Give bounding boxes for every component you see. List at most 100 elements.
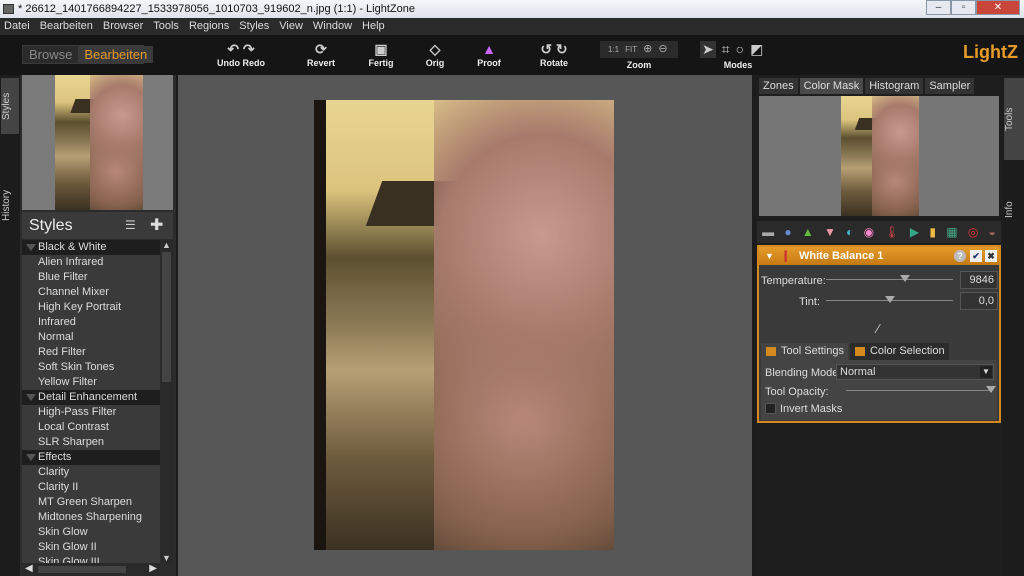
- hscroll-thumb[interactable]: [38, 566, 126, 573]
- list-item[interactable]: SLR Sharpen: [22, 435, 160, 450]
- clone-tool-icon[interactable]: ◒: [989, 225, 996, 239]
- close-tool-icon[interactable]: ✖: [985, 250, 997, 262]
- blending-mode-select[interactable]: Normal ▼: [836, 364, 994, 380]
- list-item[interactable]: High Key Portrait: [22, 300, 160, 315]
- pointer-icon[interactable]: ➤: [700, 41, 716, 58]
- temperature-slider[interactable]: [826, 279, 953, 280]
- undo-redo-button[interactable]: ↶ ↷ Undo Redo: [216, 40, 266, 68]
- styles-title: Styles: [29, 217, 73, 234]
- tab-tool-settings[interactable]: Tool Settings: [761, 343, 848, 360]
- add-style-icon[interactable]: ✚: [150, 212, 163, 239]
- scroll-thumb[interactable]: [162, 252, 171, 382]
- menu-datei[interactable]: Datei: [4, 18, 30, 35]
- menu-styles[interactable]: Styles: [239, 18, 269, 35]
- scroll-right-icon[interactable]: ▶: [149, 563, 157, 574]
- list-item[interactable]: MT Green Sharpen: [22, 495, 160, 510]
- blur-tool-icon[interactable]: ▼: [824, 225, 836, 239]
- zoom-in-icon[interactable]: ⊕: [643, 41, 652, 58]
- zoom-1to1[interactable]: 1:1: [608, 41, 619, 58]
- noise-tool-icon[interactable]: ▦: [946, 225, 957, 239]
- red-eye-icon[interactable]: ◎: [968, 225, 978, 239]
- close-button[interactable]: ✕: [976, 0, 1020, 15]
- hue-tool-icon[interactable]: ◐: [846, 225, 853, 239]
- tab-tools[interactable]: Tools: [1004, 78, 1024, 160]
- list-item[interactable]: Channel Mixer: [22, 285, 160, 300]
- list-item[interactable]: Blue Filter: [22, 270, 160, 285]
- menu-help[interactable]: Help: [362, 18, 385, 35]
- tab-sampler[interactable]: Sampler: [925, 78, 975, 94]
- main-image[interactable]: [314, 100, 614, 550]
- list-item[interactable]: Clarity II: [22, 480, 160, 495]
- menu-browser[interactable]: Browser: [103, 18, 143, 35]
- temperature-field[interactable]: 9846: [960, 271, 998, 289]
- tab-info[interactable]: Info: [1004, 190, 1024, 230]
- tab-histogram[interactable]: Histogram: [865, 78, 924, 94]
- scroll-up-icon[interactable]: ▲: [160, 240, 173, 252]
- list-item[interactable]: Soft Skin Tones: [22, 360, 160, 375]
- zones-tool-icon[interactable]: ▬: [762, 225, 774, 239]
- proof-button[interactable]: ▲ Proof: [474, 40, 504, 68]
- list-item[interactable]: Infrared: [22, 315, 160, 330]
- list-item[interactable]: Local Contrast: [22, 420, 160, 435]
- maximize-button[interactable]: ▫: [951, 0, 976, 15]
- list-view-icon[interactable]: ☰: [125, 212, 136, 239]
- menu-bearbeiten[interactable]: Bearbeiten: [40, 18, 93, 35]
- rotate-mode-icon[interactable]: ○: [736, 41, 744, 58]
- revert-button[interactable]: ⟳ Revert: [303, 40, 339, 68]
- tab-history[interactable]: History: [1, 180, 19, 230]
- tab-zones[interactable]: Zones: [759, 78, 798, 94]
- list-item[interactable]: Alien Infrared: [22, 255, 160, 270]
- crop-icon[interactable]: ⌗: [722, 41, 730, 58]
- category-detail-enhancement[interactable]: Detail Enhancement: [22, 390, 160, 405]
- list-item[interactable]: Skin Glow II: [22, 540, 160, 555]
- tint-field[interactable]: 0,0: [960, 292, 998, 310]
- tab-color-mask[interactable]: Color Mask: [799, 78, 864, 94]
- list-item[interactable]: Skin Glow: [22, 525, 160, 540]
- enable-checkbox[interactable]: ✔: [970, 250, 982, 262]
- scroll-down-icon[interactable]: ▼: [160, 553, 173, 563]
- minimize-button[interactable]: –: [926, 0, 951, 15]
- list-item[interactable]: Normal: [22, 330, 160, 345]
- tab-color-selection[interactable]: Color Selection: [849, 343, 949, 360]
- region-icon[interactable]: ◩: [750, 41, 763, 58]
- zoom-out-icon[interactable]: ⊖: [658, 41, 667, 58]
- tone-tool-icon[interactable]: ●: [784, 225, 791, 239]
- list-item[interactable]: Red Filter: [22, 345, 160, 360]
- tab-styles[interactable]: Styles: [1, 78, 19, 134]
- category-effects[interactable]: Effects: [22, 450, 160, 465]
- list-item[interactable]: Yellow Filter: [22, 375, 160, 390]
- eyedropper-icon[interactable]: ⁄: [877, 321, 879, 336]
- bw-tool-icon[interactable]: ▮: [929, 225, 936, 239]
- channel-mixer-icon[interactable]: ▶: [910, 225, 919, 239]
- sharpen-tool-icon[interactable]: ▲: [802, 225, 814, 239]
- opacity-knob[interactable]: [986, 386, 996, 393]
- zoom-fit-button[interactable]: FIT: [625, 41, 637, 58]
- rotate-button[interactable]: ↺ ↻ Rotate: [538, 40, 570, 68]
- list-item[interactable]: High-Pass Filter: [22, 405, 160, 420]
- color-balance-icon[interactable]: ◉: [864, 225, 874, 239]
- list-item[interactable]: Midtones Sharpening: [22, 510, 160, 525]
- collapse-icon[interactable]: ▼: [765, 247, 774, 265]
- temperature-knob[interactable]: [899, 275, 910, 282]
- scroll-left-icon[interactable]: ◀: [25, 563, 33, 574]
- help-icon[interactable]: ?: [954, 250, 966, 262]
- styles-horizontal-scrollbar[interactable]: ◀ ▶: [22, 563, 160, 576]
- white-balance-icon[interactable]: 🌡: [884, 225, 899, 239]
- invert-masks-checkbox[interactable]: [765, 403, 776, 414]
- chevron-down-icon[interactable]: ▼: [980, 366, 992, 378]
- opacity-slider[interactable]: [846, 390, 991, 391]
- menu-regions[interactable]: Regions: [189, 18, 229, 35]
- list-item[interactable]: Clarity: [22, 465, 160, 480]
- tint-knob[interactable]: [884, 296, 895, 303]
- menu-window[interactable]: Window: [313, 18, 352, 35]
- orig-button[interactable]: ◇ Orig: [422, 40, 448, 68]
- done-button[interactable]: ▣ Fertig: [364, 40, 398, 68]
- browse-mode-button[interactable]: Browse: [23, 46, 78, 63]
- menu-view[interactable]: View: [279, 18, 303, 35]
- title-bar: * 26612_1401766894227_1533978056_1010703…: [0, 0, 1024, 18]
- list-item[interactable]: Skin Glow III: [22, 555, 160, 563]
- category-black-white[interactable]: Black & White: [22, 240, 160, 255]
- menu-tools[interactable]: Tools: [153, 18, 179, 35]
- edit-mode-button[interactable]: Bearbeiten: [78, 46, 154, 63]
- styles-vertical-scrollbar[interactable]: ▲ ▼: [160, 240, 173, 563]
